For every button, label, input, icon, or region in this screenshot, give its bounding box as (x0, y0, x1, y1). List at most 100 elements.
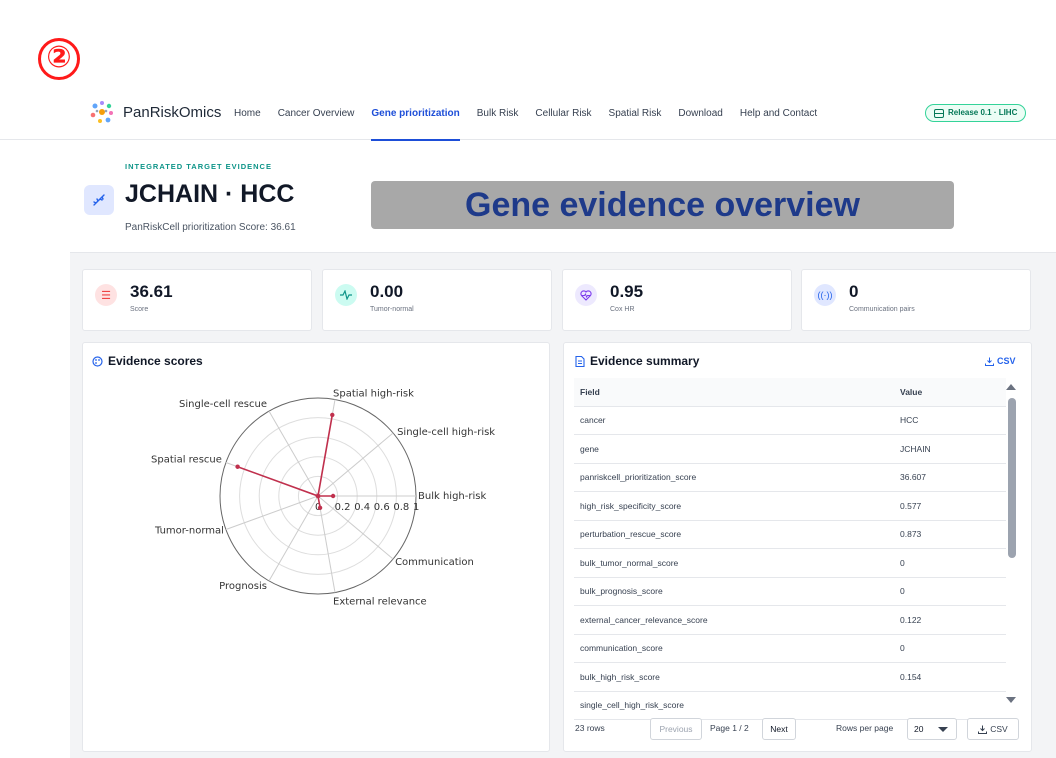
csv-download-button[interactable]: CSV (967, 718, 1019, 740)
nav-home[interactable]: Home (234, 88, 261, 140)
radar-data-point[interactable] (330, 493, 336, 499)
value-cell: 0.122 (894, 605, 1006, 635)
nav-spatial-risk[interactable]: Spatial Risk (609, 88, 662, 140)
radar-data-point[interactable] (330, 412, 335, 418)
column-header-field[interactable]: Field (574, 378, 894, 407)
csv-link-label: CSV (997, 356, 1016, 366)
value-cell: JCHAIN (894, 434, 1006, 464)
brand-name[interactable]: PanRiskOmics (123, 104, 221, 121)
radar-tick-label: 1 (413, 502, 419, 513)
metric-value: 36.61 (130, 282, 173, 301)
value-cell: 0.873 (894, 520, 1006, 549)
metric-label: Communication pairs (849, 306, 915, 313)
value-cell: 0.154 (894, 662, 1006, 692)
table-row: bulk_high_risk_score 0.154 (574, 662, 1006, 692)
evidence-scores-header: Evidence scores (92, 354, 203, 368)
table-row: high_risk_specificity_score 0.577 (574, 491, 1006, 521)
overlay-banner: Gene evidence overview (371, 181, 954, 229)
chevron-down-icon (938, 727, 948, 732)
metric-card-score: ☰ 36.61 Score (82, 269, 312, 331)
download-icon (978, 725, 988, 734)
rows-per-page-label: Rows per page (836, 723, 894, 733)
field-cell: bulk_high_risk_score (574, 662, 894, 692)
nav-help-contact[interactable]: Help and Contact (740, 88, 817, 140)
radar-tick-label: 0.6 (374, 502, 390, 513)
radar-axis-label: External relevance (333, 597, 427, 608)
table-header-row: Field Value (574, 378, 1006, 407)
column-header-value[interactable]: Value (894, 378, 1006, 407)
palette-icon (92, 355, 103, 367)
next-button[interactable]: Next (762, 718, 796, 740)
heart-pulse-icon (575, 284, 597, 306)
top-navbar: PanRiskOmics Home Cancer Overview Gene p… (0, 88, 1056, 141)
metric-value: 0.00 (370, 282, 404, 301)
field-cell: bulk_tumor_normal_score (574, 548, 894, 578)
field-cell: cancer (574, 406, 894, 435)
csv-download-link[interactable]: CSV (985, 356, 1016, 366)
metric-label: Score (130, 306, 149, 313)
nav-download[interactable]: Download (678, 88, 722, 140)
value-cell: 0 (894, 548, 1006, 578)
page-indicator: Page 1 / 2 (710, 723, 749, 733)
nav-cellular-risk[interactable]: Cellular Risk (535, 88, 591, 140)
radar-data-point[interactable] (317, 505, 323, 510)
metric-card-tumor-normal: 0.00 Tumor-normal (322, 269, 552, 331)
nav-bulk-risk[interactable]: Bulk Risk (477, 88, 519, 140)
radar-axis-label: Bulk high-risk (418, 491, 486, 502)
metric-label: Tumor-normal (370, 306, 414, 313)
rows-per-page-value: 20 (914, 724, 924, 734)
value-cell: 0 (894, 634, 1006, 663)
pulse-icon (335, 284, 357, 306)
field-cell: communication_score (574, 634, 894, 663)
field-cell: high_risk_specificity_score (574, 491, 894, 521)
metric-card-communication-pairs: ((·)) 0 Communication pairs (801, 269, 1031, 331)
previous-button[interactable]: Previous (650, 718, 702, 740)
scroll-down-arrow-icon[interactable] (1006, 697, 1016, 703)
radar-axis-label: Communication (395, 557, 474, 568)
value-cell: HCC (894, 406, 1006, 435)
radar-axis-label: Spatial high-risk (333, 388, 414, 399)
radar-tick-label: 0.4 (354, 502, 370, 513)
table-row: panriskcell_prioritization_score 36.607 (574, 463, 1006, 492)
radar-data-point[interactable] (235, 464, 240, 469)
radar-axis-label: Single-cell high-risk (397, 427, 495, 438)
radar-axis-label: Single-cell rescue (179, 399, 267, 410)
page-subtitle: PanRiskCell prioritization Score: 36.61 (125, 222, 296, 233)
page-title: JCHAIN · HCC (125, 180, 295, 208)
field-cell: perturbation_rescue_score (574, 520, 894, 549)
radar-data-point[interactable] (315, 493, 321, 499)
field-cell: gene (574, 434, 894, 464)
radar-axis-label: Tumor-normal (154, 526, 224, 537)
radar-axis-line (268, 495, 319, 582)
nav-gene-prioritization[interactable]: Gene prioritization (371, 88, 461, 141)
row-count: 23 rows (575, 723, 605, 733)
evidence-scores-title: Evidence scores (108, 354, 203, 368)
metric-card-cox-hr: 0.95 Cox HR (562, 269, 792, 331)
evidence-summary-table: Field Value cancer HCC gene JCHAIN panriskce… (574, 378, 1006, 720)
metric-value: 0 (849, 282, 859, 301)
step-marker: ② (38, 38, 80, 80)
table-row: cancer HCC (574, 406, 1006, 435)
database-icon (934, 108, 944, 118)
radar-axis-label: Prognosis (219, 581, 267, 592)
nav-cancer-overview[interactable]: Cancer Overview (278, 88, 355, 140)
release-badge: Release 0.1 · LIHC (925, 104, 1027, 122)
list-icon: ☰ (95, 284, 117, 306)
document-icon (575, 355, 585, 367)
gene-icon (84, 185, 114, 215)
radar-series-line (237, 414, 334, 508)
radar-tick-label: 0.8 (393, 502, 409, 513)
table-row: bulk_prognosis_score 0 (574, 577, 1006, 606)
table-row: communication_score 0 (574, 634, 1006, 663)
scrollbar-thumb[interactable] (1008, 398, 1016, 558)
radar-axis-label: Spatial rescue (151, 454, 222, 465)
scroll-up-arrow-icon[interactable] (1006, 384, 1016, 390)
csv-button-label: CSV (990, 724, 1008, 734)
table-row: external_cancer_relevance_score 0.122 (574, 605, 1006, 635)
radar-tick-label: 0.2 (335, 502, 351, 513)
table-row: single_cell_high_risk_score (574, 691, 1006, 720)
rows-per-page-select[interactable]: 20 (907, 718, 957, 740)
radar-chart: Spatial high-risk Single-cell high-risk Bu… (151, 388, 495, 608)
field-cell: bulk_prognosis_score (574, 577, 894, 606)
signal-icon: ((·)) (814, 284, 836, 306)
